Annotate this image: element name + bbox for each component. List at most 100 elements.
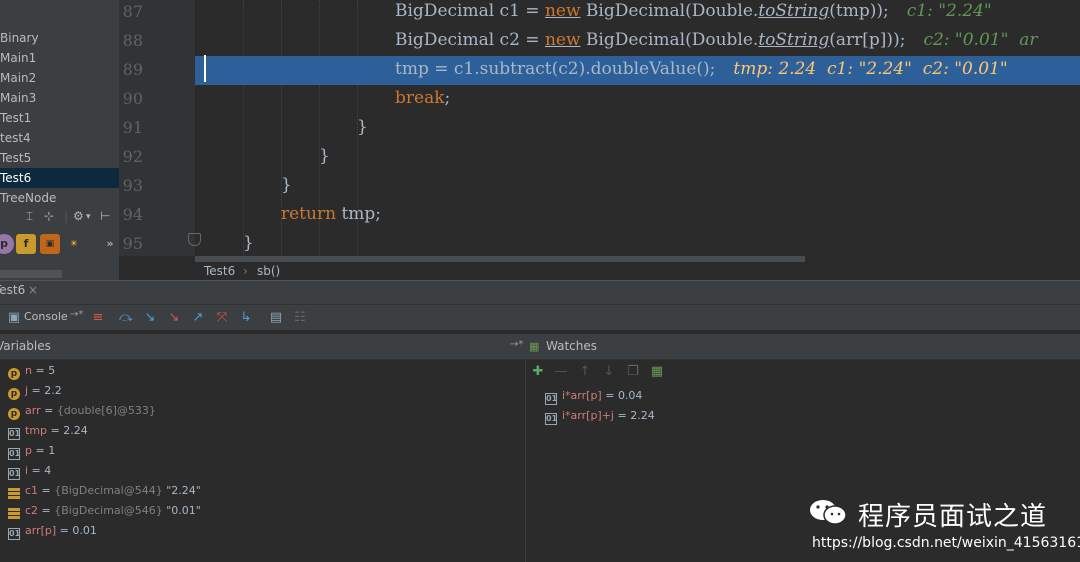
tool-icon-row: p f ▣ ✴ » (0, 232, 119, 256)
tree-item[interactable]: Main3 (0, 88, 119, 108)
local-variable-icon: 01 (8, 428, 21, 440)
gear-dropdown-icon[interactable]: ▾ (86, 212, 91, 222)
line-number: 94 (122, 205, 143, 224)
code-line[interactable]: 95} (119, 230, 1080, 256)
code-editor[interactable]: 87 BigDecimal c1 = new BigDecimal(Double.… (119, 0, 1080, 256)
tree-item[interactable]: Main2 (0, 68, 119, 88)
code-line[interactable]: 89 tmp = c1.subtract(c2).doubleValue(); tm… (123, 56, 1080, 85)
variables-panel: pn = 5pj = 2.2 p arr = {double[6]@533} 01 tm… (0, 360, 526, 562)
local-variable-icon: 01 (8, 468, 21, 480)
code-line[interactable]: 88 BigDecimal c2 = new BigDecimal(Double.… (119, 27, 1080, 56)
remove-watch-icon[interactable]: — (553, 364, 569, 380)
collapse-icon[interactable]: ⌶ (26, 209, 33, 224)
code-line[interactable]: 93} (119, 172, 1080, 201)
method-icon[interactable]: ▣ (40, 234, 60, 254)
code-line[interactable]: 90 break; (119, 85, 1080, 114)
step-over-icon[interactable]: ⤼ (118, 310, 134, 326)
trace-icon[interactable]: ☷ (292, 310, 308, 326)
move-down-icon[interactable]: ↓ (601, 364, 617, 380)
watch-value-icon: 01 (545, 393, 558, 405)
line-number: 87 (122, 2, 143, 21)
variables-header: Variables (0, 339, 51, 353)
object-icon (8, 508, 20, 511)
more-icon[interactable]: » (100, 234, 119, 254)
variable-row[interactable]: pj = 2.2 (8, 381, 62, 401)
code-line[interactable]: 87 BigDecimal c1 = new BigDecimal(Double.… (119, 0, 1080, 27)
evaluate-expression-icon[interactable]: ▤ (268, 310, 284, 326)
close-icon[interactable]: × (28, 283, 38, 297)
variable-name: n (25, 364, 32, 377)
structure-icon[interactable]: ✴ (64, 234, 84, 254)
variable-row[interactable]: p arr = {double[6]@533} (8, 401, 156, 421)
code-text: BigDecimal c1 = new BigDecimal(Double.to… (395, 1, 992, 21)
gear-icon[interactable]: ⚙ (73, 209, 84, 223)
tree-item[interactable]: Test1 (0, 108, 119, 128)
restore-layout-icon[interactable]: →* (70, 309, 83, 320)
code-text: break; (395, 88, 451, 108)
code-line[interactable]: 92} (119, 143, 1080, 172)
watch-expression: i*arr[p] (562, 389, 602, 402)
force-step-into-icon[interactable]: ↘ (166, 310, 182, 326)
variable-name: arr[p] (25, 524, 57, 537)
code-line[interactable]: 91} (119, 114, 1080, 143)
project-tree: Binary Main1 Main2 Main3 Test1 test4 Test5 Test… (0, 0, 119, 280)
run-to-cursor-icon[interactable]: ↳ (238, 310, 254, 326)
debug-tab[interactable]: Test6 (0, 283, 25, 297)
tree-item[interactable]: Test6 (0, 168, 119, 188)
debug-tab-bar: Test6 × (0, 280, 1080, 304)
code-line[interactable]: 94 return tmp; (119, 201, 1080, 230)
line-number: 91 (122, 118, 143, 137)
watch-value: 0.04 (617, 389, 643, 402)
variable-row[interactable]: c1 = {BigDecimal@544} "2.24" (8, 481, 201, 501)
parameter-icon: p (8, 408, 20, 420)
variable-value: 1 (48, 444, 56, 457)
watches-settings-icon[interactable]: ▦ (649, 364, 665, 380)
field-icon[interactable]: f (16, 234, 36, 254)
tree-item[interactable]: Main1 (0, 48, 119, 68)
variable-type: {double[6]@533} (56, 404, 156, 417)
watch-row[interactable]: 01 i*arr[p] = 0.04 (545, 386, 642, 406)
variable-value: "0.01" (166, 504, 201, 517)
variable-row[interactable]: c2 = {BigDecimal@546} "0.01" (8, 501, 201, 521)
move-up-icon[interactable]: ↑ (577, 364, 593, 380)
p-icon[interactable]: p (0, 234, 14, 254)
variable-value: 4 (44, 464, 52, 477)
tree-scrollbar[interactable] (0, 270, 62, 278)
editor-scrollbar[interactable] (195, 256, 805, 262)
console-tab[interactable]: Console (24, 310, 68, 323)
step-into-icon[interactable]: ↘ (142, 310, 158, 326)
show-execution-point-icon[interactable]: ≡ (90, 310, 106, 326)
watch-row[interactable]: 01 i*arr[p]+j = 2.24 (545, 406, 655, 426)
tree-item[interactable]: TreeNode (0, 188, 119, 208)
fold-icon[interactable] (188, 233, 201, 246)
add-watch-icon[interactable]: ✚ (530, 364, 546, 380)
wechat-icon (810, 500, 847, 525)
tree-item[interactable]: Test5 (0, 148, 119, 168)
variable-row[interactable]: 01 tmp = 2.24 (8, 421, 88, 441)
local-variable-icon: 01 (8, 448, 21, 460)
expand-icon[interactable]: ⊹ (44, 209, 54, 223)
copy-icon[interactable]: ❐ (625, 364, 641, 380)
variable-value: 2.24 (63, 424, 88, 437)
tree-item[interactable]: Binary (0, 28, 119, 48)
code-text: } (243, 233, 254, 253)
variable-row[interactable]: 01 i = 4 (8, 461, 51, 481)
restore-layout-icon[interactable]: →* (510, 339, 523, 350)
watermark: 程序员面试之道 (808, 494, 1080, 534)
variable-name: c2 (25, 504, 39, 517)
drop-frame-icon[interactable]: ⤧ (214, 310, 230, 326)
code-text: } (357, 117, 368, 137)
pin-icon[interactable]: ⊢ (100, 209, 110, 223)
line-number: 93 (122, 176, 143, 195)
variable-row[interactable]: pn = 5 (8, 361, 55, 381)
debug-toolbar: ▣ Console →* ≡ ⤼ ↘ ↘ ↗ ⤧ ↳ ▤ ☷ (0, 304, 1080, 330)
variable-value: "2.24" (166, 484, 201, 497)
line-number: 88 (122, 31, 143, 50)
tree-item[interactable]: test4 (0, 128, 119, 148)
watch-expression: i*arr[p]+j (562, 409, 614, 422)
inline-debug-value: tmp: 2.24 c1: "2.24" c2: "0.01" (733, 59, 1008, 79)
variable-row[interactable]: 01 arr[p] = 0.01 (8, 521, 97, 541)
step-out-icon[interactable]: ↗ (190, 310, 206, 326)
console-icon[interactable]: ▣ (6, 310, 22, 326)
variable-row[interactable]: 01 p = 1 (8, 441, 55, 461)
